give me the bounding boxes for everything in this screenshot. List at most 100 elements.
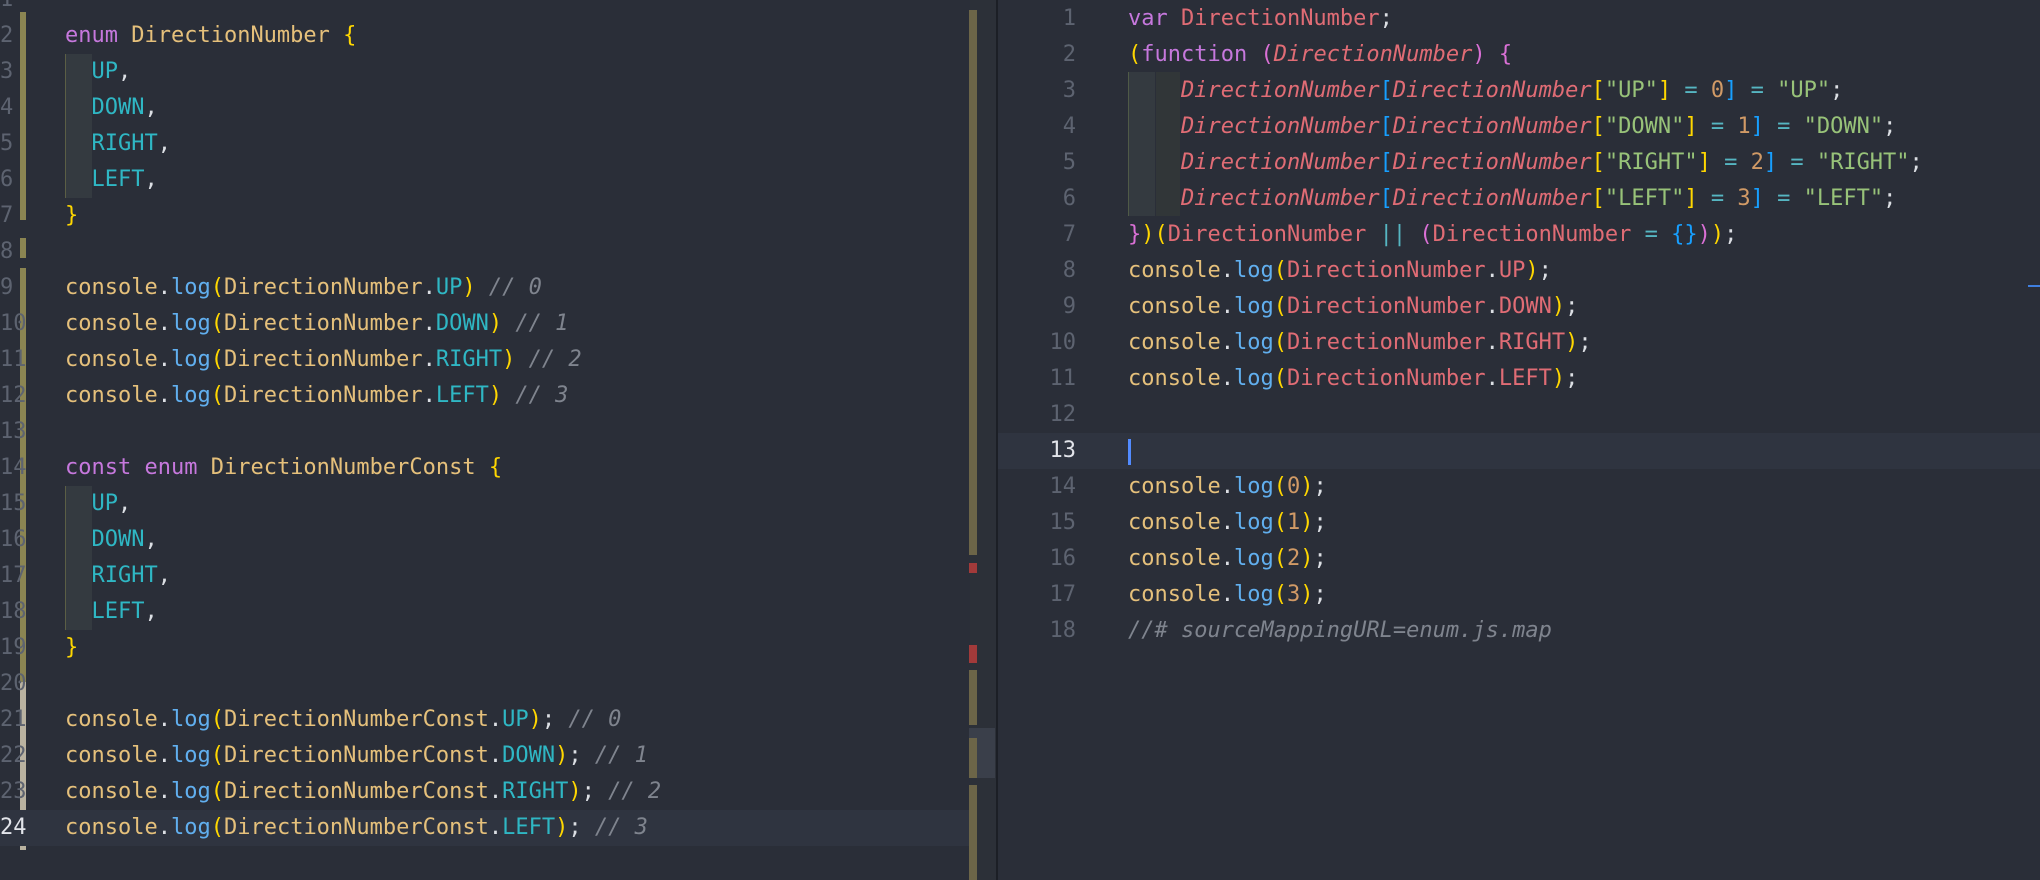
code-token: log — [1233, 582, 1274, 607]
code-token: . — [1220, 510, 1234, 535]
code-token: . — [157, 779, 171, 804]
code-line[interactable]: 19} — [0, 630, 996, 666]
code-token: console — [1128, 330, 1221, 355]
code-line[interactable]: 18 //# sourceMappingURL=enum.js.map — [998, 613, 2040, 649]
code-line[interactable]: 22 console.log(DirectionNumberConst.DOWN)… — [0, 738, 996, 774]
code-line[interactable]: 21 console.log(DirectionNumberConst.UP); … — [0, 702, 996, 738]
code-token: LEFT — [502, 815, 556, 840]
code-line[interactable]: 15 UP, — [0, 486, 996, 522]
code-text: console.log(2); — [1128, 541, 1327, 577]
line-number: 24 — [0, 815, 27, 840]
code-token: ( — [1273, 546, 1287, 571]
right-editor-pane[interactable]: 1 var DirectionNumber; 2 (function (Directi… — [998, 0, 2040, 880]
code-line[interactable]: 18 LEFT, — [0, 594, 996, 630]
code-token: LEFT — [65, 167, 145, 192]
code-line[interactable]: 12 — [998, 397, 2040, 433]
code-line[interactable]: 8 console.log(DirectionNumber.UP); — [998, 253, 2040, 289]
code-text: (function (DirectionNumber) { — [1128, 37, 1512, 73]
code-text: UP, — [65, 54, 131, 90]
code-token: log — [170, 815, 211, 840]
code-line[interactable]: 9 console.log(DirectionNumber.UP) // 0 — [0, 270, 996, 306]
code-line[interactable]: 7})(DirectionNumber || (DirectionNumber … — [998, 217, 2040, 253]
code-line[interactable]: 3 UP, — [0, 54, 996, 90]
code-token: // 1 — [515, 311, 569, 336]
text-cursor — [1128, 439, 1131, 465]
code-line[interactable]: 2 enum DirectionNumber { — [0, 18, 996, 54]
code-token: DirectionNumber — [1286, 330, 1486, 355]
code-token: DOWN — [1498, 294, 1552, 319]
code-token: . — [1220, 366, 1234, 391]
code-text: LEFT, — [65, 594, 157, 630]
code-token: ) — [1551, 294, 1566, 319]
code-token: "DOWN" — [1604, 114, 1685, 139]
code-text: DirectionNumber[DirectionNumber["LEFT"] … — [1128, 181, 1896, 217]
code-line[interactable]: 9 console.log(DirectionNumber.DOWN); — [998, 289, 2040, 325]
code-line[interactable]: 10 console.log(DirectionNumber.DOWN) // 1 — [0, 306, 996, 342]
code-token: [ — [1379, 114, 1393, 139]
code-line[interactable]: 12 console.log(DirectionNumber.LEFT) // 3 — [0, 378, 996, 414]
code-token: UP — [1498, 258, 1526, 283]
code-text: console.log(3); — [1128, 577, 1327, 613]
code-line[interactable]: 2 (function (DirectionNumber) { — [998, 37, 2040, 73]
code-token: console — [65, 707, 158, 732]
code-line[interactable]: 14 console.log(0); — [998, 469, 2040, 505]
code-token: ; — [1538, 258, 1552, 283]
code-line[interactable]: 6 LEFT, — [0, 162, 996, 198]
code-line[interactable]: 14 const enum DirectionNumberConst { — [0, 450, 996, 486]
code-text: console.log(DirectionNumber.LEFT) // 3 — [65, 378, 568, 414]
code-token: enum — [144, 455, 211, 480]
code-token: ; — [1379, 6, 1393, 31]
code-token: log — [170, 347, 211, 372]
code-token: console — [65, 779, 158, 804]
code-token: log — [170, 383, 211, 408]
code-line[interactable]: 4 DirectionNumber[DirectionNumber["DOWN"… — [998, 109, 2040, 145]
code-line[interactable]: 17 console.log(3); — [998, 577, 2040, 613]
code-line[interactable]: 24 console.log(DirectionNumberConst.LEFT)… — [0, 810, 996, 846]
code-token: // 1 — [594, 743, 648, 768]
code-token: . — [1220, 294, 1234, 319]
code-line[interactable]: 11 console.log(DirectionNumber.RIGHT) // … — [0, 342, 996, 378]
code-line[interactable]: 1 var DirectionNumber; — [998, 1, 2040, 37]
line-number: 14 — [1049, 474, 1077, 499]
code-line[interactable]: 6 DirectionNumber[DirectionNumber["LEFT"… — [998, 181, 2040, 217]
code-line[interactable]: 15 console.log(1); — [998, 505, 2040, 541]
code-token: ] — [1697, 150, 1725, 175]
code-text: console.log(DirectionNumber.UP) // 0 — [65, 270, 542, 306]
code-token: ) — [1300, 510, 1314, 535]
code-line[interactable]: 7} — [0, 198, 996, 234]
code-token: log — [1233, 510, 1274, 535]
code-token: . — [488, 707, 503, 732]
code-text: LEFT, — [65, 162, 157, 198]
code-token: ] — [1657, 78, 1685, 103]
code-line[interactable]: 17 RIGHT, — [0, 558, 996, 594]
line-number: 15 — [0, 491, 27, 516]
overview-ruler-changes — [969, 785, 977, 880]
code-line[interactable]: 23 console.log(DirectionNumberConst.RIGHT… — [0, 774, 996, 810]
line-number: 15 — [1049, 510, 1077, 535]
code-line[interactable]: 10 console.log(DirectionNumber.RIGHT); — [998, 325, 2040, 361]
code-line[interactable]: 8 — [0, 234, 996, 270]
code-token: DirectionNumberConst — [210, 455, 489, 480]
code-line[interactable]: 16 DOWN, — [0, 522, 996, 558]
code-line[interactable]: 5 DirectionNumber[DirectionNumber["RIGHT… — [998, 145, 2040, 181]
line-number: 9 — [0, 275, 14, 300]
code-token: DOWN — [435, 311, 489, 336]
line-number: 10 — [0, 311, 27, 336]
code-line[interactable]: 4 DOWN, — [0, 90, 996, 126]
code-token: "LEFT" — [1604, 186, 1685, 211]
code-token: , — [157, 131, 171, 156]
code-line[interactable]: 13 — [0, 414, 996, 450]
code-line[interactable]: 20 — [0, 666, 996, 702]
code-line[interactable]: 13 — [998, 433, 2040, 469]
line-number: 10 — [1049, 330, 1077, 355]
code-line[interactable]: 11 console.log(DirectionNumber.LEFT); — [998, 361, 2040, 397]
line-number: 12 — [1049, 402, 1077, 427]
code-token: [ — [1591, 78, 1605, 103]
code-token: DirectionNumber — [1392, 78, 1592, 103]
left-editor-pane[interactable]: 12enum DirectionNumber {3 UP,4 DOWN,5 RI… — [0, 0, 996, 880]
code-line[interactable]: 1 — [0, 0, 996, 18]
code-line[interactable]: 3 DirectionNumber[DirectionNumber["UP"] … — [998, 73, 2040, 109]
code-token: ] — [1750, 186, 1778, 211]
code-line[interactable]: 16 console.log(2); — [998, 541, 2040, 577]
code-line[interactable]: 5 RIGHT, — [0, 126, 996, 162]
